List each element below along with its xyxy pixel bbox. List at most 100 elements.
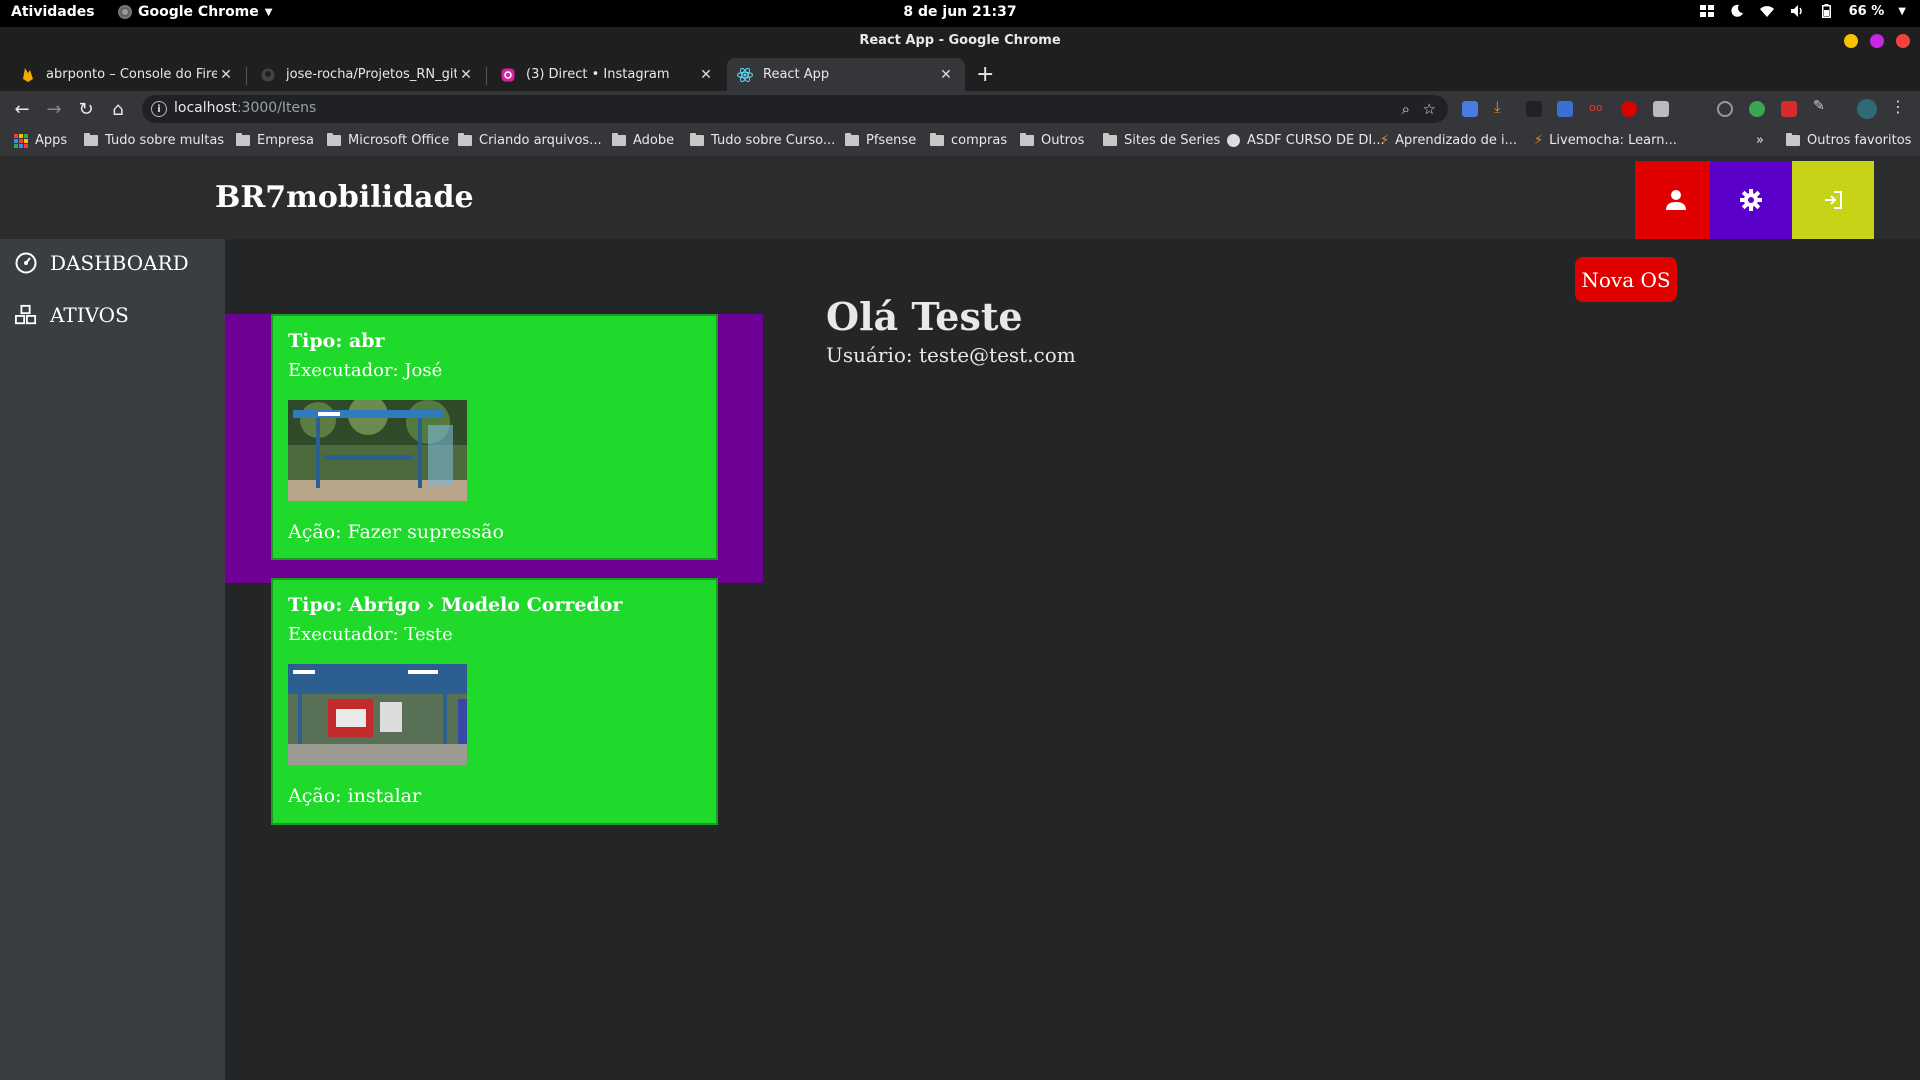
bookmark-folder[interactable]: Tudo sobre multas — [84, 133, 224, 148]
bookmark-link[interactable]: ⚡ Aprendizado de i... — [1380, 133, 1517, 148]
card-type: Tipo: abr — [288, 330, 385, 352]
bookmark-apps[interactable]: Apps — [14, 133, 67, 148]
browser-toolbar: ← → ↻ ⌂ i localhost:3000/Itens ⌕ ☆ ⤓ oo … — [0, 91, 1920, 127]
bookmark-folder[interactable]: Criando arquivos... — [458, 133, 602, 148]
bookmarks-overflow[interactable]: » — [1756, 133, 1764, 148]
card-executor: Executador: José — [288, 360, 443, 381]
tab-instagram[interactable]: (3) Direct • Instagram ✕ — [490, 58, 725, 91]
close-window-button[interactable] — [1896, 34, 1910, 48]
service-order-card[interactable]: Tipo: Abrigo › Modelo Corredor Executado… — [271, 578, 718, 825]
bookmark-link[interactable]: ASDF CURSO DE DI... — [1227, 133, 1385, 148]
colorful-extension-icon[interactable]: oo — [1589, 101, 1605, 117]
app-header: BR7mobilidade — [0, 156, 1920, 239]
card-executor: Executador: Teste — [288, 624, 453, 645]
folder-icon — [612, 133, 626, 146]
profile-avatar[interactable] — [1857, 99, 1877, 119]
sidebar-item-label: DASHBOARD — [50, 251, 189, 275]
url-text[interactable]: localhost:3000/Itens — [174, 100, 316, 116]
new-os-button[interactable]: Nova OS — [1575, 257, 1677, 302]
react-icon — [737, 67, 753, 83]
settings-button[interactable] — [1710, 161, 1792, 239]
bookmark-folder[interactable]: Outros — [1020, 133, 1084, 148]
close-tab-icon[interactable]: ✕ — [457, 67, 475, 83]
folder-icon — [236, 133, 250, 146]
translate-extension-icon[interactable] — [1462, 101, 1478, 117]
new-tab-button[interactable]: + — [976, 62, 994, 87]
tab-react-app[interactable]: React App ✕ — [727, 58, 965, 91]
close-tab-icon[interactable]: ✕ — [697, 67, 715, 83]
maximize-button[interactable] — [1870, 34, 1884, 48]
service-order-card[interactable]: Tipo: abr Executador: José Ação: Fazer s… — [271, 314, 718, 560]
layout-switch-icon[interactable] — [1699, 3, 1715, 19]
card-action: Ação: instalar — [288, 785, 422, 807]
folder-icon — [1786, 133, 1800, 146]
back-button[interactable]: ← — [10, 97, 34, 121]
folder-icon — [1103, 133, 1117, 146]
bookmark-label: Pfsense — [866, 133, 917, 148]
close-tab-icon[interactable]: ✕ — [217, 67, 235, 83]
bus-shelter-photo — [288, 400, 467, 501]
sidebar-item-dashboard[interactable]: DASHBOARD — [15, 251, 189, 275]
tab-label: React App — [763, 67, 830, 82]
pen-extension-icon[interactable]: ✎ — [1813, 98, 1829, 114]
dashboard-gauge-icon — [15, 252, 37, 274]
livemocha-icon: ⚡ — [1534, 133, 1544, 148]
bookmark-link[interactable]: ⚡ Livemocha: Learn... — [1534, 133, 1677, 148]
instagram-icon — [500, 67, 516, 83]
logout-button[interactable] — [1792, 161, 1874, 239]
bookmark-folder[interactable]: Adobe — [612, 133, 674, 148]
red-extension-icon[interactable] — [1781, 101, 1797, 117]
dark-extension-icon[interactable] — [1526, 101, 1542, 117]
brand-title[interactable]: BR7mobilidade — [215, 180, 474, 215]
window-title: React App - Google Chrome — [0, 27, 1920, 55]
chrome-extension-icon[interactable] — [1749, 101, 1765, 117]
gear-icon — [1740, 189, 1762, 211]
screenshot-extension-icon[interactable] — [1653, 101, 1669, 117]
card-action: Ação: Fazer supressão — [288, 521, 504, 543]
forward-button[interactable]: → — [42, 97, 66, 121]
address-bar[interactable]: i localhost:3000/Itens ⌕ ☆ — [142, 95, 1448, 123]
web-extension-icon[interactable] — [1557, 101, 1573, 117]
bookmark-label: Criando arquivos... — [479, 133, 602, 148]
home-button[interactable]: ⌂ — [106, 97, 130, 121]
close-tab-icon[interactable]: ✕ — [937, 67, 955, 83]
caret-down-icon: ▼ — [1898, 5, 1906, 17]
tab-label: (3) Direct • Instagram — [526, 67, 670, 82]
reload-button[interactable]: ↻ — [74, 97, 98, 121]
other-bookmarks[interactable]: Outros favoritos — [1786, 133, 1911, 148]
bookmark-folder[interactable]: compras — [930, 133, 1007, 148]
overflow-chevron-icon: » — [1756, 133, 1764, 148]
battery-percent: 66 % — [1848, 3, 1885, 19]
bookmark-label: Tudo sobre Curso... — [711, 133, 836, 148]
activities-button[interactable]: Atividades — [11, 4, 95, 20]
bookmark-folder[interactable]: Microsoft Office — [327, 133, 449, 148]
main-content: Tipo: abr Executador: José Ação: Fazer s… — [225, 239, 1920, 1080]
folder-icon — [845, 133, 859, 146]
chrome-icon — [118, 5, 132, 19]
menu-dots-icon[interactable]: ⋮ — [1890, 97, 1906, 116]
app-menu[interactable]: Google Chrome ▼ — [118, 4, 272, 20]
bookmark-folder[interactable]: Tudo sobre Curso... — [690, 133, 835, 148]
firebase-icon — [20, 67, 36, 83]
bookmark-star-icon[interactable]: ☆ — [1423, 100, 1436, 118]
sidebar-item-ativos[interactable]: ATIVOS — [15, 303, 129, 327]
profile-button[interactable] — [1635, 161, 1717, 239]
zoom-icon[interactable]: ⌕ — [1402, 100, 1410, 118]
cubes-icon — [15, 304, 37, 326]
battery-icon — [1819, 3, 1835, 19]
tab-firebase[interactable]: abrponto – Console do Fireba ✕ — [10, 58, 245, 91]
wifi-icon — [1759, 3, 1775, 19]
sidebar-item-label: ATIVOS — [50, 303, 129, 327]
clock[interactable]: 8 de jun 21:37 — [0, 4, 1920, 20]
circle-extension-icon[interactable] — [1717, 101, 1733, 117]
system-tray[interactable]: 66 % ▼ — [1699, 3, 1906, 19]
adblock-extension-icon[interactable] — [1621, 101, 1637, 117]
bookmark-folder[interactable]: Sites de Series — [1103, 133, 1220, 148]
bookmark-folder[interactable]: Pfsense — [845, 133, 916, 148]
download-extension-icon[interactable]: ⤓ — [1494, 98, 1510, 116]
site-info-icon[interactable]: i — [151, 101, 167, 117]
tab-github[interactable]: jose-rocha/Projetos_RN_git: ✕ — [250, 58, 485, 91]
minimize-button[interactable] — [1844, 34, 1858, 48]
bookmark-folder[interactable]: Empresa — [236, 133, 314, 148]
bookmark-label: ASDF CURSO DE DI... — [1247, 133, 1385, 148]
